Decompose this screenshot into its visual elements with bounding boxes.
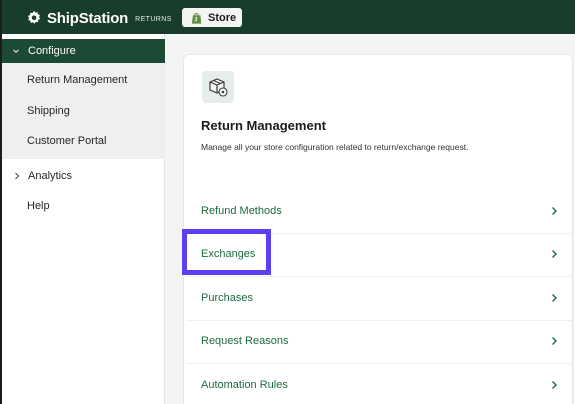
purchases-link[interactable]: Purchases [201, 286, 558, 310]
chevron-right-icon [15, 172, 20, 180]
sidebar-item-analytics[interactable]: Analytics [14, 170, 72, 182]
chevron-right-icon [552, 250, 557, 258]
sidebar-item-configure[interactable]: Configure [2, 39, 165, 63]
refund-methods-link[interactable]: Refund Methods [201, 199, 558, 223]
chevron-right-icon [552, 207, 557, 215]
chevron-right-icon [552, 381, 557, 389]
return-management-card: Return Management Manage all your store … [183, 54, 573, 404]
top-bar: ShipStation RETURNS Store [2, 0, 575, 34]
brand-subtitle: RETURNS [135, 16, 172, 23]
store-button-label: Store [208, 11, 237, 24]
link-label: Refund Methods [201, 205, 282, 217]
link-label: Request Reasons [201, 335, 289, 347]
sidebar-item-return-management[interactable]: Return Management [27, 74, 127, 86]
app-window: ShipStation RETURNS Store Configure Retu… [2, 0, 575, 404]
request-reasons-link[interactable]: Request Reasons [201, 329, 558, 353]
brand-name: ShipStation [47, 9, 129, 27]
sidebar-item-label: Analytics [28, 170, 73, 182]
store-button[interactable]: Store [182, 8, 242, 27]
sidebar-item-customer-portal[interactable]: Customer Portal [27, 135, 106, 147]
shipstation-logo[interactable]: ShipStation RETURNS [26, 9, 172, 27]
divider [186, 363, 572, 364]
sidebar: Configure Return Management Shipping Cus… [2, 34, 165, 404]
link-label: Exchanges [201, 248, 256, 260]
sidebar-item-help[interactable]: Help [27, 200, 50, 212]
gear-logo-icon [28, 10, 41, 24]
configure-submenu: Return Management Shipping Customer Port… [2, 63, 165, 159]
chevron-down-icon [13, 49, 19, 54]
exchanges-link[interactable]: Exchanges [201, 242, 558, 266]
sidebar-item-label: Configure [28, 45, 76, 57]
sidebar-item-shipping[interactable]: Shipping [27, 105, 70, 117]
divider [186, 276, 572, 277]
automation-rules-link[interactable]: Automation Rules [201, 373, 558, 397]
page-title: Return Management [201, 118, 326, 133]
shopify-bag-icon [191, 12, 202, 24]
divider [186, 233, 572, 234]
divider [186, 320, 572, 321]
package-settings-icon [202, 71, 234, 103]
page-description: Manage all your store configuration rela… [201, 142, 469, 152]
link-label: Automation Rules [201, 379, 288, 391]
chevron-right-icon [552, 337, 557, 345]
link-label: Purchases [201, 292, 253, 304]
box-gear-icon [209, 78, 228, 97]
chevron-right-icon [552, 294, 557, 302]
sidebar-item-label: Help [27, 200, 50, 212]
